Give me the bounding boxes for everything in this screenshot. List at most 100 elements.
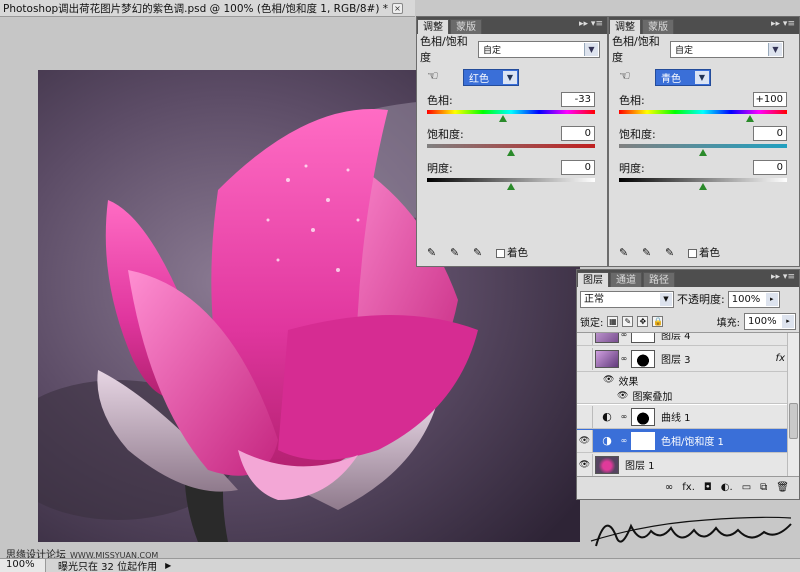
eyedropper-plus-icon[interactable]: ✎ xyxy=(450,246,464,260)
chevron-down-icon[interactable]: ▼ xyxy=(695,70,709,84)
mask-thumbnail xyxy=(631,407,655,426)
new-layer-icon[interactable]: ⧉ xyxy=(760,482,767,493)
lock-image-icon[interactable]: ✎ xyxy=(622,316,634,327)
preset-select[interactable]: 自定 ▼ xyxy=(478,40,600,58)
eyedropper-minus-icon[interactable]: ✎ xyxy=(473,246,487,260)
tab-paths[interactable]: 路径 xyxy=(643,272,675,287)
colorize-checkbox[interactable]: 着色 xyxy=(496,245,528,260)
tab-channels[interactable]: 通道 xyxy=(610,272,642,287)
panel-menu-icon[interactable]: ▸▸ ▾≡ xyxy=(771,272,795,282)
eyedropper-icon[interactable]: ✎ xyxy=(619,246,633,260)
effect-row[interactable]: 👁 图案叠加 xyxy=(577,388,789,404)
colorize-checkbox[interactable]: 着色 xyxy=(688,245,720,260)
saturation-input[interactable]: 0 xyxy=(561,126,595,141)
lightness-slider-thumb[interactable] xyxy=(507,183,515,190)
saturation-slider-thumb[interactable] xyxy=(507,149,515,156)
hue-track[interactable] xyxy=(619,110,787,114)
checkbox-box[interactable] xyxy=(688,248,697,258)
add-mask-icon[interactable]: ◘ xyxy=(704,482,712,493)
scrollbar-thumb[interactable] xyxy=(789,403,798,439)
eyedropper-icon[interactable]: ✎ xyxy=(427,246,441,260)
lightness-input[interactable]: 0 xyxy=(753,160,787,175)
hue-slider-thumb[interactable] xyxy=(745,115,754,122)
blend-mode-select[interactable]: 正常 ▼ xyxy=(580,290,674,308)
hue-slider-thumb[interactable] xyxy=(499,115,508,122)
add-style-icon[interactable]: fx. xyxy=(682,482,695,493)
lock-label: 锁定: xyxy=(580,318,604,329)
eye-icon[interactable]: 👁 xyxy=(603,375,614,385)
tab-masks[interactable]: 蒙版 xyxy=(642,19,674,34)
panel-menu-icon[interactable]: ▸▸ ▾≡ xyxy=(579,19,603,29)
mask-thumbnail xyxy=(631,431,655,450)
fill-input[interactable]: 100% ▸ xyxy=(744,313,796,330)
zoom-field[interactable]: 100% xyxy=(0,559,46,572)
link-layers-icon[interactable]: ∞ xyxy=(665,482,673,493)
hue-track[interactable] xyxy=(427,110,595,114)
lightness-slider-thumb[interactable] xyxy=(699,183,707,190)
blend-row: 正常 ▼ 不透明度: 100% ▸ xyxy=(577,287,799,311)
hue-input[interactable]: -33 xyxy=(561,92,595,107)
targeted-adjustment-hand-icon[interactable]: ☜ xyxy=(427,68,445,86)
chevron-down-icon[interactable]: ▼ xyxy=(660,292,672,306)
layer-row[interactable]: ◐ ∞ 曲线 1 xyxy=(577,405,789,429)
layer-name: 图层 4 xyxy=(661,333,691,342)
trash-icon[interactable]: 🗑 xyxy=(776,482,789,493)
lightness-input[interactable]: 0 xyxy=(561,160,595,175)
curves-adjustment-icon: ◐ xyxy=(602,410,612,423)
saturation-track[interactable] xyxy=(427,144,595,148)
new-group-icon[interactable]: ▭ xyxy=(742,482,751,493)
eye-icon[interactable]: 👁 xyxy=(617,391,628,401)
chevron-down-icon[interactable]: ▼ xyxy=(584,42,598,56)
chevron-right-icon[interactable]: ▸ xyxy=(765,292,778,306)
mask-thumbnail xyxy=(631,349,655,368)
hue-label: 色相: xyxy=(427,94,453,107)
eyedropper-minus-icon[interactable]: ✎ xyxy=(665,246,679,260)
layer-row-selected[interactable]: 👁 ◑ ∞ 色相/饱和度 1 xyxy=(577,429,789,453)
panel-menu-icon[interactable]: ▸▸ ▾≡ xyxy=(771,19,795,29)
effects-row[interactable]: 👁 效果 xyxy=(577,372,789,388)
channel-select[interactable]: 青色 ▼ xyxy=(655,68,711,86)
chevron-right-icon[interactable]: ▸ xyxy=(782,315,794,328)
saturation-input[interactable]: 0 xyxy=(753,126,787,141)
lock-all-icon[interactable]: 🔒 xyxy=(652,316,664,327)
status-menu-icon[interactable]: ▶ xyxy=(165,561,171,570)
lightness-track[interactable] xyxy=(619,178,787,182)
visibility-toggle[interactable] xyxy=(577,347,593,370)
visibility-toggle[interactable] xyxy=(577,405,593,428)
document-tab[interactable]: Photoshop调出荷花图片梦幻的紫色调.psd @ 100% (色相/饱和度… xyxy=(0,0,415,17)
eyedropper-plus-icon[interactable]: ✎ xyxy=(642,246,656,260)
hue-input[interactable]: +100 xyxy=(753,92,787,107)
fx-icon[interactable]: fx xyxy=(776,353,785,364)
chevron-down-icon[interactable]: ▼ xyxy=(768,42,782,56)
lightness-slider-block: 明度: 0 xyxy=(417,158,607,192)
close-tab-icon[interactable]: × xyxy=(392,2,403,14)
saturation-track[interactable] xyxy=(619,144,787,148)
lock-position-icon[interactable]: ✥ xyxy=(637,316,649,327)
layer-row[interactable]: ∞ 图层 3 fx xyxy=(577,346,789,372)
tab-layers[interactable]: 图层 xyxy=(577,272,609,287)
visibility-toggle[interactable] xyxy=(577,333,593,345)
tab-adjustments[interactable]: 调整 xyxy=(417,19,449,34)
opacity-input[interactable]: 100% ▸ xyxy=(727,290,780,308)
layer-row[interactable]: ∞ 图层 4 xyxy=(577,333,789,346)
layers-scrollbar[interactable] xyxy=(787,333,799,476)
checkbox-box[interactable] xyxy=(496,248,505,258)
layer-name: 曲线 1 xyxy=(661,413,691,424)
eye-icon[interactable]: 👁 xyxy=(577,429,593,452)
targeted-adjustment-hand-icon[interactable]: ☜ xyxy=(619,68,637,86)
preset-select[interactable]: 自定 ▼ xyxy=(670,40,784,58)
new-adjustment-icon[interactable]: ◐. xyxy=(721,482,733,493)
eye-icon[interactable]: 👁 xyxy=(577,453,593,476)
lightness-track[interactable] xyxy=(427,178,595,182)
hue-label: 色相: xyxy=(619,94,645,107)
chevron-down-icon[interactable]: ▼ xyxy=(503,70,517,84)
tab-adjustments[interactable]: 调整 xyxy=(609,19,641,34)
channel-select[interactable]: 红色 ▼ xyxy=(463,68,519,86)
saturation-slider-thumb[interactable] xyxy=(699,149,707,156)
hue-slider-block: 色相: +100 xyxy=(609,90,799,124)
saturation-label: 饱和度: xyxy=(619,128,656,141)
tab-masks[interactable]: 蒙版 xyxy=(450,19,482,34)
layer-row[interactable]: 👁 图层 1 xyxy=(577,453,789,476)
lock-transparent-icon[interactable]: ▦ xyxy=(607,316,619,327)
preset-value: 自定 xyxy=(483,45,502,56)
